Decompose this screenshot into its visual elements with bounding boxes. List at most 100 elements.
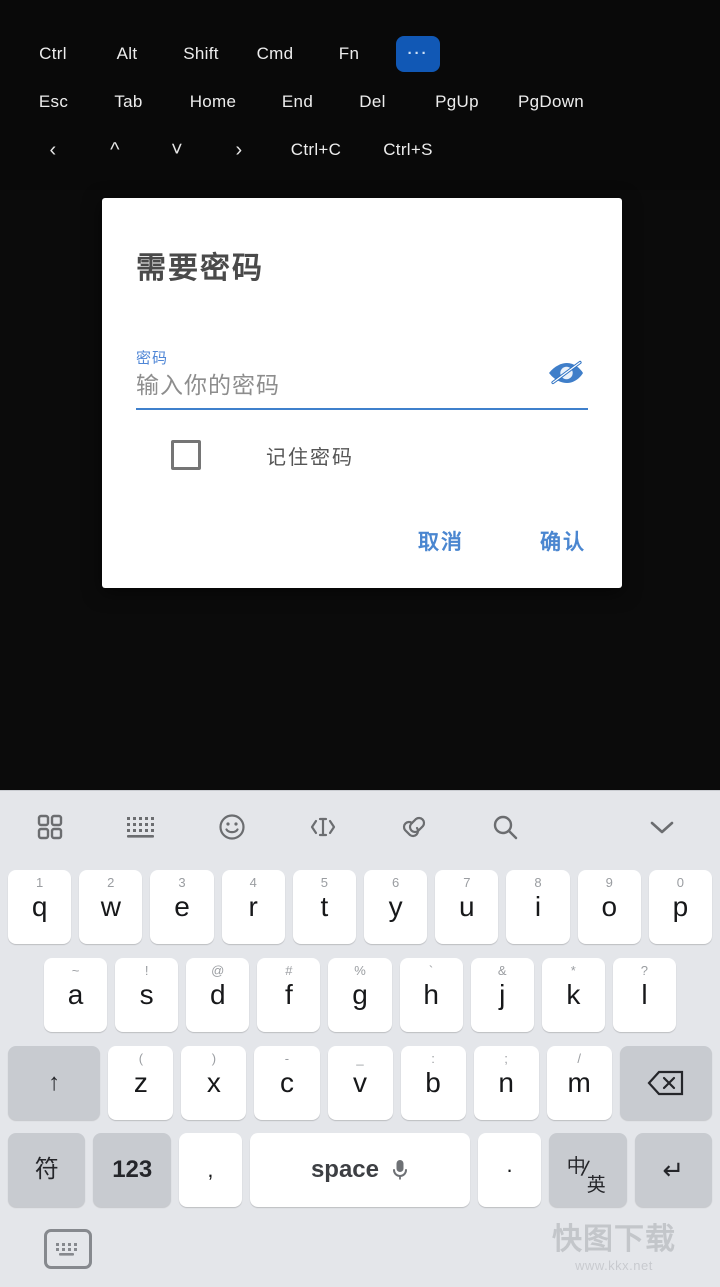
key-arrow-left[interactable]: ‹ — [22, 133, 84, 168]
key-k-letter: k — [566, 979, 581, 1010]
key-u[interactable]: 7 u — [435, 870, 499, 944]
apps-grid-icon[interactable] — [26, 803, 74, 851]
key-g[interactable]: % g — [328, 958, 392, 1032]
shortcut-row-navigation: Esc Tab Home End Del PgUp PgDown — [22, 78, 698, 126]
key-s[interactable]: ! s — [115, 958, 179, 1032]
key-t[interactable]: 5 t — [292, 870, 357, 944]
period-key[interactable]: · — [477, 1133, 542, 1207]
language-toggle-key[interactable]: 中 / 英 — [549, 1133, 627, 1207]
key-i[interactable]: 8 i — [506, 870, 570, 944]
key-q[interactable]: 1 q — [8, 870, 72, 944]
keyboard-toolbar — [0, 791, 720, 863]
key-p[interactable]: 0 p — [648, 870, 713, 944]
key-arrow-up[interactable]: ^ — [84, 133, 146, 168]
symbol-key-label: 符 — [34, 1156, 59, 1183]
key-a[interactable]: ~ a — [44, 958, 108, 1032]
key-w-letter: w — [100, 891, 121, 922]
key-ctrl-s[interactable]: Ctrl+S — [362, 134, 454, 166]
key-more[interactable]: ··· — [396, 36, 440, 72]
space-key-label: space — [310, 1156, 380, 1183]
password-dialog: 需要密码 密码 输入你的密码 记住密码 取消 确认 — [102, 198, 622, 588]
key-pgup[interactable]: PgUp — [416, 86, 498, 118]
key-home[interactable]: Home — [172, 86, 254, 118]
key-v[interactable]: _ v — [327, 1046, 393, 1120]
password-field-label: 密码 — [136, 350, 169, 367]
symbol-key[interactable]: 符 — [8, 1133, 86, 1207]
keyboard-switch-icon[interactable] — [44, 1228, 92, 1269]
language-toggle-bottom: 英 — [586, 1175, 606, 1196]
key-fn[interactable]: Fn — [318, 38, 380, 70]
key-z-letter: z — [133, 1067, 148, 1098]
key-del[interactable]: Del — [341, 86, 404, 118]
key-w[interactable]: 2 w — [79, 870, 143, 944]
key-esc[interactable]: Esc — [22, 86, 85, 118]
key-n[interactable]: ; n — [473, 1046, 539, 1120]
password-field: 密码 — [136, 350, 588, 410]
numeric-key[interactable]: 123 — [93, 1133, 171, 1207]
cancel-button[interactable]: 取消 — [416, 522, 466, 560]
key-j[interactable]: & j — [470, 958, 534, 1032]
space-key[interactable]: space — [250, 1133, 470, 1207]
confirm-button[interactable]: 确认 — [538, 522, 588, 560]
key-ctrl-c[interactable]: Ctrl+C — [270, 134, 362, 166]
key-end[interactable]: End — [266, 86, 329, 118]
backspace-key[interactable] — [619, 1046, 713, 1120]
clipboard-link-icon[interactable] — [390, 803, 438, 851]
key-x[interactable]: ) x — [181, 1046, 247, 1120]
key-y[interactable]: 6 y — [364, 870, 428, 944]
key-o[interactable]: 9 o — [577, 870, 641, 944]
key-y-alt: 6 — [391, 875, 400, 890]
key-d[interactable]: @ d — [186, 958, 250, 1032]
chevron-down-icon[interactable] — [638, 803, 686, 851]
comma-key[interactable]: , — [178, 1133, 242, 1207]
enter-key[interactable]: ↵ — [634, 1133, 712, 1207]
key-ctrl[interactable]: Ctrl — [22, 38, 84, 70]
key-s-letter: s — [139, 979, 154, 1010]
mic-icon[interactable] — [391, 1158, 409, 1182]
key-r[interactable]: 4 r — [221, 870, 285, 944]
key-m-letter: m — [567, 1067, 591, 1098]
key-a-letter: a — [67, 979, 84, 1010]
remember-password-row[interactable]: 记住密码 — [136, 440, 588, 470]
key-c[interactable]: - c — [254, 1046, 320, 1120]
key-m-alt: / — [577, 1051, 581, 1066]
dialog-backdrop: 需要密码 密码 输入你的密码 记住密码 取消 确认 — [0, 190, 720, 790]
remember-password-checkbox[interactable] — [171, 440, 201, 470]
enter-key-label: ↵ — [662, 1155, 685, 1185]
key-t-alt: 5 — [320, 875, 329, 890]
key-cmd[interactable]: Cmd — [244, 38, 306, 70]
key-l-alt: ? — [640, 963, 649, 978]
cursor-move-icon[interactable] — [299, 803, 347, 851]
key-e-letter: e — [174, 891, 190, 922]
key-e[interactable]: 3 e — [150, 870, 214, 944]
key-b-alt: : — [431, 1051, 435, 1066]
key-z[interactable]: ( z — [108, 1046, 174, 1120]
key-h[interactable]: ` h — [399, 958, 463, 1032]
key-pgdown[interactable]: PgDown — [510, 86, 592, 118]
eye-off-icon[interactable] — [544, 356, 586, 390]
password-input[interactable] — [136, 368, 536, 408]
key-f[interactable]: # f — [257, 958, 321, 1032]
dialog-title: 需要密码 — [136, 252, 264, 285]
search-icon[interactable] — [481, 803, 529, 851]
key-shift[interactable]: Shift — [170, 38, 232, 70]
key-k[interactable]: * k — [541, 958, 605, 1032]
key-arrow-down[interactable]: ˅ — [146, 133, 208, 168]
key-l[interactable]: ? l — [612, 958, 676, 1032]
key-tab[interactable]: Tab — [97, 86, 160, 118]
keyboard-row-2: ~ a ! s @ d # f % g ` h & j * k ? l — [0, 951, 720, 1039]
period-key-label: · — [505, 1157, 514, 1182]
key-p-letter: p — [672, 891, 689, 922]
keyboard-row-4: 符 123 , space · 中 / 英 ↵ — [0, 1127, 720, 1213]
emoji-icon[interactable] — [208, 803, 256, 851]
shift-key[interactable]: ↑ — [8, 1046, 101, 1120]
key-arrow-right[interactable]: › — [208, 133, 270, 168]
key-o-letter: o — [601, 891, 618, 922]
key-b[interactable]: : b — [400, 1046, 466, 1120]
numeric-key-label: 123 — [112, 1156, 153, 1183]
key-m[interactable]: / m — [546, 1046, 612, 1120]
remember-password-label: 记住密码 — [266, 446, 354, 469]
keyboard-icon[interactable] — [117, 803, 165, 851]
key-c-letter: c — [279, 1067, 294, 1098]
key-alt[interactable]: Alt — [96, 38, 158, 70]
